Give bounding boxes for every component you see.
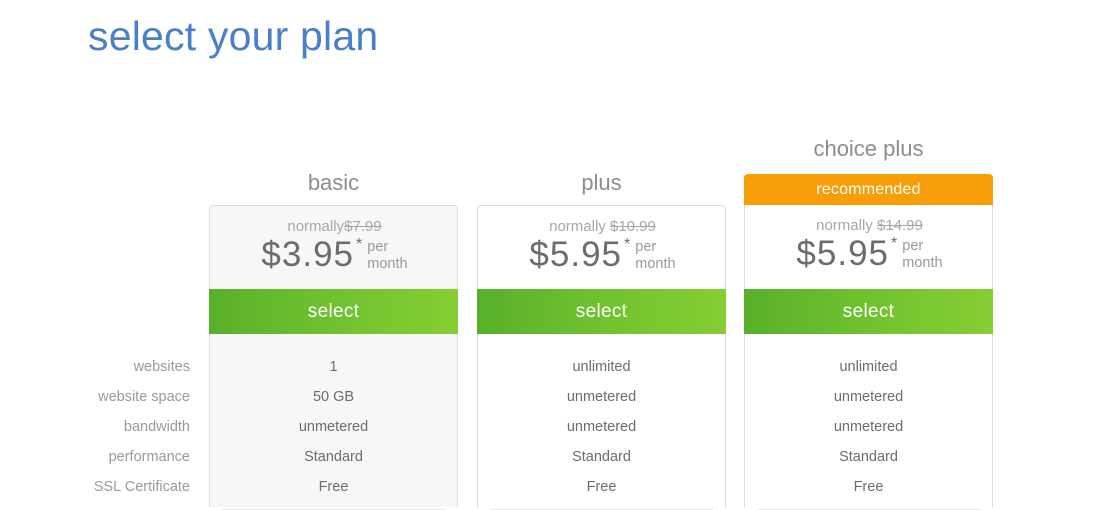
plan-name-choice-plus: choice plus: [813, 136, 924, 161]
feature-value: Free: [478, 472, 725, 510]
feature-value: unlimited: [572, 359, 631, 375]
feature-values-plus: unlimited unmetered unmetered Standard F…: [477, 334, 726, 510]
normally-label: normally: [549, 218, 606, 235]
price-period-line1: per: [367, 239, 389, 255]
feature-value: unmetered: [566, 419, 637, 435]
normally-price-basic: normally$7.99: [210, 218, 459, 235]
normally-struck-price: $14.99: [876, 217, 923, 234]
feature-label: websites: [133, 359, 190, 375]
feature-label: SSL Certificate: [93, 479, 190, 495]
select-button-choice-plus[interactable]: select: [744, 289, 993, 334]
normally-struck-price: $7.99: [344, 218, 382, 235]
feature-value: 1: [329, 359, 338, 375]
feature-values-basic: 1 50 GB unmetered Standard Free: [209, 334, 458, 510]
feature-value: unmetered: [298, 419, 369, 435]
price-asterisk: *: [356, 236, 363, 253]
feature-value: unmetered: [833, 419, 904, 435]
price-period-line1: per: [635, 239, 657, 255]
feature-label: performance: [108, 449, 190, 465]
price-period-line2: month: [367, 256, 408, 272]
recommended-badge: recommended: [744, 174, 993, 205]
price-asterisk: *: [891, 235, 898, 252]
price-box-choice-plus: normally $14.99 $5.95 * per month: [744, 205, 993, 289]
current-price-line-basic: $3.95 * per month: [210, 236, 459, 274]
normally-struck-price: $10.99: [609, 218, 656, 235]
price-amount: $5.95: [796, 234, 890, 273]
price-asterisk: *: [624, 236, 631, 253]
price-period: per month: [902, 238, 942, 272]
feature-value: unlimited: [839, 359, 898, 375]
normally-label: normally: [287, 218, 345, 235]
price-amount: $5.95: [529, 235, 623, 274]
price-period: per month: [635, 239, 675, 273]
price-box-plus: normally $10.99 $5.95 * per month: [477, 205, 726, 289]
feature-value: unmetered: [566, 389, 637, 405]
feature-value: Standard: [304, 449, 363, 465]
plan-name-basic: basic: [307, 170, 360, 195]
plan-name-plus: plus: [581, 170, 622, 195]
pricing-table: websites website space bandwidth perform…: [0, 0, 1113, 510]
price-period-line1: per: [902, 238, 924, 254]
feature-value: 50 GB: [312, 389, 355, 405]
price-period-line2: month: [902, 255, 943, 271]
feature-value: Standard: [572, 449, 631, 465]
feature-label-column: websites website space bandwidth perform…: [0, 352, 190, 502]
feature-value: Free: [210, 472, 457, 510]
current-price-line-choice-plus: $5.95 * per month: [745, 235, 994, 273]
normally-price-plus: normally $10.99: [478, 218, 727, 235]
feature-value: unmetered: [833, 389, 904, 405]
price-period: per month: [367, 239, 407, 273]
current-price-line-plus: $5.95 * per month: [478, 236, 727, 274]
normally-price-choice-plus: normally $14.99: [745, 217, 994, 234]
price-amount: $3.95: [261, 235, 355, 274]
feature-value: Free: [745, 472, 992, 510]
price-period-line2: month: [635, 256, 676, 272]
feature-values-choice-plus: unlimited unmetered unmetered Standard F…: [744, 334, 993, 510]
feature-label: bandwidth: [123, 419, 190, 435]
feature-label: website space: [98, 389, 190, 405]
select-button-basic[interactable]: select: [209, 289, 458, 334]
select-button-plus[interactable]: select: [477, 289, 726, 334]
price-box-basic: normally$7.99 $3.95 * per month: [209, 205, 458, 289]
normally-label: normally: [816, 217, 873, 234]
feature-value: Standard: [839, 449, 898, 465]
